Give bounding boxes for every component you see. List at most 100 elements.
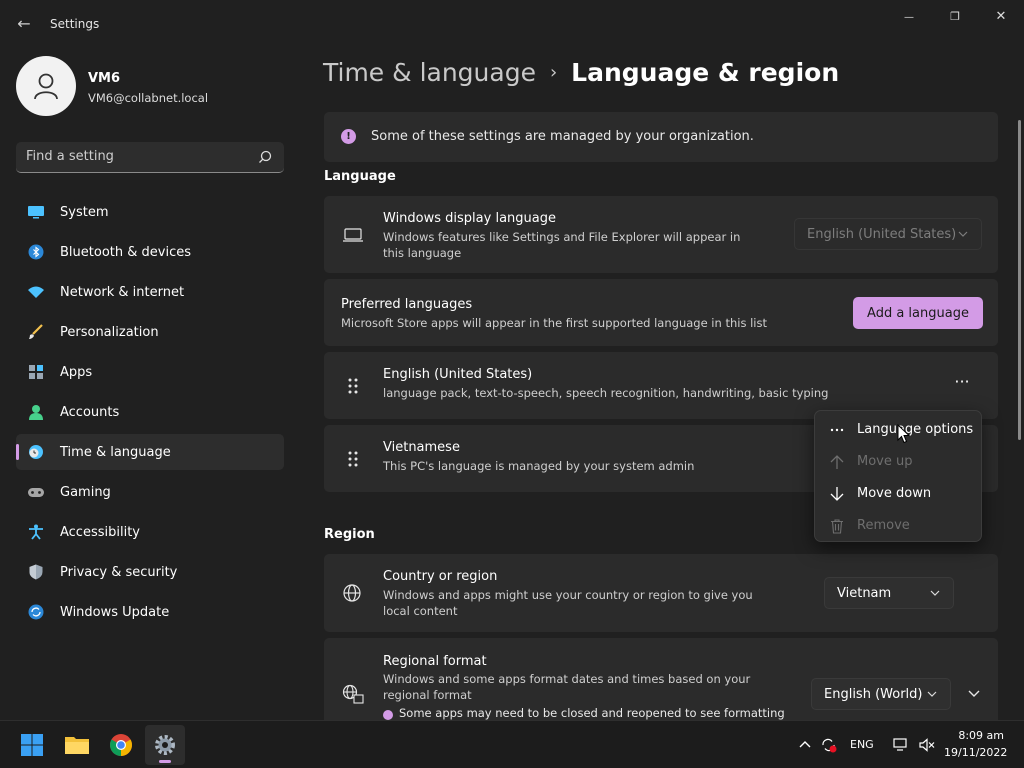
sidebar-item-personalization[interactable]: Personalization [16, 314, 284, 350]
add-language-button[interactable]: Add a language [853, 297, 983, 329]
regional-format-select[interactable]: English (World) [811, 678, 951, 710]
back-button[interactable]: ← [12, 12, 36, 36]
display-language-value: English (United States) [807, 227, 957, 242]
sidebar-item-label: Bluetooth & devices [60, 245, 191, 260]
close-button[interactable]: ✕ [979, 6, 1023, 28]
clock-time[interactable]: 8:09 am [948, 729, 1004, 742]
taskbar-chrome[interactable] [101, 725, 141, 765]
regional-format-title: Regional format [383, 654, 487, 669]
trash-icon [831, 519, 843, 534]
arrow-up-icon [830, 455, 844, 469]
clock-date[interactable]: 19/11/2022 [944, 746, 1007, 759]
country-region-value: Vietnam [837, 586, 892, 601]
sync-alert-icon[interactable] [820, 737, 838, 753]
more-horizontal-icon [830, 428, 844, 432]
country-region-select[interactable]: Vietnam [824, 577, 954, 609]
sidebar-item-label: Accessibility [60, 525, 140, 540]
menu-item-move-up: Move up [815, 445, 983, 477]
sidebar-item-label: Apps [60, 365, 93, 380]
user-name: VM6 [88, 71, 121, 86]
user-profile[interactable]: VM6 VM6@collabnet.local [16, 56, 286, 118]
menu-item-label: Remove [857, 518, 910, 533]
chrome-icon [110, 734, 132, 756]
sidebar-item-label: Network & internet [60, 285, 185, 300]
taskbar: ENG 8:09 am 19/11/2022 [0, 720, 1024, 768]
menu-item-move-down[interactable]: Move down [815, 477, 983, 509]
sidebar-nav: System Bluetooth & devices Network & int… [16, 194, 284, 634]
maximize-button[interactable]: ❐ [933, 6, 977, 28]
preferred-languages-description: Microsoft Store apps will appear in the … [341, 316, 767, 330]
search-icon[interactable] [258, 150, 272, 164]
menu-item-remove: Remove [815, 509, 983, 541]
sidebar-item-network[interactable]: Network & internet [16, 274, 284, 310]
menu-item-label: Move up [857, 454, 913, 469]
mouse-cursor-icon [897, 424, 911, 444]
more-options-button[interactable]: ··· [950, 374, 974, 396]
drag-handle-icon[interactable] [346, 377, 360, 395]
system-icon [28, 206, 44, 219]
regional-format-card[interactable]: Regional format Windows and some apps fo… [324, 638, 998, 720]
input-language-indicator[interactable]: ENG [850, 738, 874, 751]
country-region-title: Country or region [383, 569, 498, 584]
scrollbar[interactable] [1018, 120, 1021, 440]
sidebar-item-gaming[interactable]: Gaming [16, 474, 284, 510]
language-item-english[interactable]: English (United States) language pack, t… [324, 352, 998, 419]
back-arrow-icon: ← [17, 14, 31, 33]
sidebar-item-apps[interactable]: Apps [16, 354, 284, 390]
breadcrumb-parent[interactable]: Time & language [323, 58, 536, 87]
search-box[interactable] [16, 142, 284, 173]
display-language-card: Windows display language Windows feature… [324, 196, 998, 273]
accounts-icon [29, 405, 43, 420]
expand-chevron-icon[interactable] [966, 684, 982, 702]
volume-muted-icon[interactable] [918, 737, 936, 753]
user-email: VM6@collabnet.local [88, 91, 209, 105]
language-name: Vietnamese [383, 440, 460, 455]
sidebar-item-label: Windows Update [60, 605, 170, 620]
user-icon [34, 73, 58, 100]
apps-icon [29, 365, 43, 379]
page-title: Language & region [571, 58, 840, 87]
preferred-languages-title: Preferred languages [341, 297, 473, 312]
regional-format-value: English (World) [824, 687, 923, 702]
title-bar: ← Settings — ❐ ✕ [0, 0, 1024, 46]
close-icon: ✕ [995, 9, 1007, 24]
network-icon[interactable] [892, 737, 910, 753]
sidebar-item-label: Gaming [60, 485, 111, 500]
sidebar-item-label: System [60, 205, 109, 220]
section-title-region: Region [324, 527, 375, 542]
breadcrumb: Time & language › Language & region [323, 58, 839, 87]
taskbar-settings[interactable] [145, 725, 185, 765]
sidebar-item-privacy[interactable]: Privacy & security [16, 554, 284, 590]
chevron-right-icon: › [549, 62, 558, 83]
language-features: This PC's language is managed by your sy… [383, 459, 695, 473]
restore-icon: ❐ [950, 10, 960, 23]
sidebar-item-accessibility[interactable]: Accessibility [16, 514, 284, 550]
language-features: language pack, text-to-speech, speech re… [383, 386, 829, 400]
sidebar-item-system[interactable]: System [16, 194, 284, 230]
clock-globe-icon [29, 445, 43, 459]
regional-format-description: Windows and some apps format dates and t… [383, 672, 751, 702]
search-input[interactable] [26, 149, 246, 164]
start-button[interactable] [12, 725, 52, 765]
windows-logo-icon [21, 734, 43, 756]
menu-item-label: Language options [857, 422, 974, 437]
info-dot-icon [383, 710, 393, 720]
brush-icon [29, 324, 43, 339]
chevron-up-icon[interactable] [798, 737, 812, 753]
drag-handle-icon[interactable] [346, 450, 360, 468]
chevron-down-icon [958, 231, 968, 237]
avatar [16, 56, 76, 116]
sidebar-item-bluetooth[interactable]: Bluetooth & devices [16, 234, 284, 270]
sidebar-item-windows-update[interactable]: Windows Update [16, 594, 284, 630]
language-name: English (United States) [383, 367, 533, 382]
menu-item-label: Move down [857, 486, 932, 501]
sidebar-item-accounts[interactable]: Accounts [16, 394, 284, 430]
taskbar-file-explorer[interactable] [57, 725, 97, 765]
minimize-button[interactable]: — [887, 6, 931, 28]
gear-icon [155, 735, 175, 755]
bluetooth-icon [28, 244, 44, 260]
section-title-language: Language [324, 169, 396, 184]
sidebar-item-time-language[interactable]: Time & language [16, 434, 284, 470]
sidebar-item-label: Accounts [60, 405, 120, 420]
regional-format-note: Some apps may need to be closed and reop… [399, 706, 785, 720]
